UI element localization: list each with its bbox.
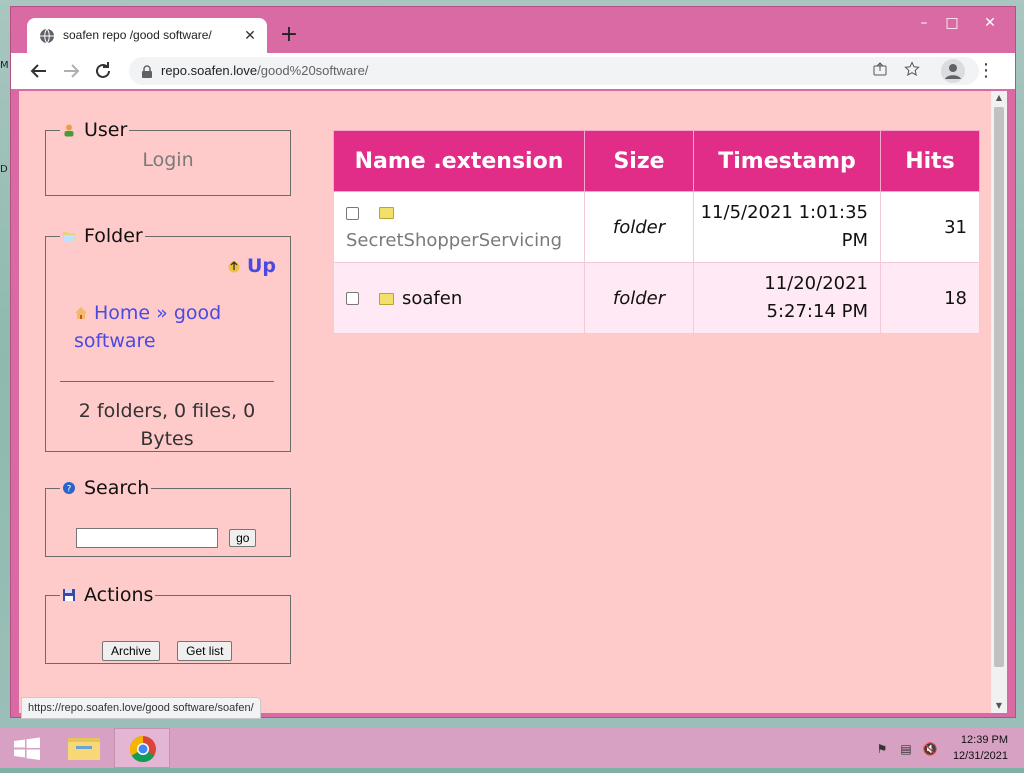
reload-icon[interactable] (91, 59, 115, 83)
floppy-disk-icon (62, 585, 76, 601)
url-path: /good%20software/ (257, 63, 369, 78)
up-label: Up (246, 255, 276, 277)
taskbar: ⚑ ▤ 🔇 12:39 PM 12/31/2021 (0, 728, 1024, 768)
globe-icon (39, 28, 55, 44)
folder-summary: 2 folders, 0 files, 0 Bytes (78, 400, 256, 450)
browser-window: soafen repo /good software/ ✕ + – □ ✕ re… (10, 6, 1016, 719)
search-input[interactable] (76, 527, 218, 548)
breadcrumb: Home » good software (74, 299, 234, 355)
size-cell: folder (584, 262, 694, 334)
folder-icon (379, 207, 394, 219)
clock-date: 12/31/2021 (952, 750, 1008, 762)
column-header-size[interactable]: Size (584, 130, 694, 192)
status-url-bubble: https://repo.soafen.love/good software/s… (21, 697, 261, 719)
page-viewport: User Login Folder Up Home » good softwar… (19, 91, 991, 713)
name-cell-top (346, 199, 584, 227)
timestamp-cell: 11/5/2021 1:01:35 PM (693, 191, 881, 263)
row-checkbox[interactable] (346, 292, 359, 305)
user-panel: User Login (45, 119, 291, 196)
get-list-button[interactable]: Get list (177, 641, 233, 661)
actions-panel: Actions Archive Get list (45, 584, 291, 664)
divider (60, 381, 274, 382)
folder-icon (379, 292, 394, 305)
breadcrumb-separator: » (156, 302, 168, 324)
url-text: repo.soafen.love/good%20software/ (161, 63, 368, 78)
column-header-timestamp[interactable]: Timestamp (693, 130, 881, 192)
network-icon[interactable]: ▤ (898, 741, 914, 757)
search-panel: ? Search go (45, 477, 291, 557)
tab-title: soafen repo /good software/ (63, 28, 212, 42)
actions-row: Archive Get list (102, 640, 233, 661)
bookmark-star-icon[interactable] (901, 61, 923, 83)
folder-name-link[interactable]: SecretShopperServicing (346, 227, 584, 255)
login-link[interactable]: Login (46, 149, 290, 171)
table-row[interactable]: soafen folder 11/20/2021 5:27:14 PM 18 (333, 262, 980, 334)
start-button[interactable] (0, 728, 56, 768)
up-link[interactable]: Up (227, 255, 276, 277)
profile-avatar-icon[interactable] (941, 59, 965, 83)
scroll-thumb[interactable] (994, 107, 1004, 667)
desktop-edge-text: M (0, 60, 9, 71)
name-cell: soafen (333, 262, 585, 334)
timestamp-cell: 11/20/2021 5:27:14 PM (693, 262, 881, 334)
folder-name-link[interactable]: soafen (402, 288, 462, 309)
lock-icon (141, 64, 153, 78)
row-checkbox[interactable] (346, 206, 359, 220)
folder-panel-title: Folder (84, 225, 143, 247)
hits-cell: 31 (880, 191, 980, 263)
folder-open-icon (62, 226, 76, 241)
search-row: go (76, 527, 257, 548)
search-panel-title: Search (84, 477, 150, 499)
back-arrow-icon[interactable] (27, 59, 51, 83)
chrome-taskbar-icon[interactable] (114, 728, 170, 768)
svg-text:?: ? (67, 485, 72, 495)
search-go-button[interactable]: go (229, 529, 257, 547)
hits-cell: 18 (880, 262, 980, 334)
address-bar[interactable]: repo.soafen.love/good%20software/ (129, 57, 979, 85)
tab-active[interactable]: soafen repo /good software/ ✕ (27, 18, 267, 54)
scroll-up-arrow-icon[interactable]: ▲ (991, 91, 1007, 105)
clock-time: 12:39 PM (960, 734, 1008, 746)
more-menu-icon[interactable]: ⋮ (977, 59, 995, 83)
user-icon (62, 120, 76, 137)
column-header-name[interactable]: Name .extension (333, 130, 585, 192)
file-table: Name .extension Size Timestamp Hits Secr… (333, 130, 980, 334)
up-arrow-icon (227, 256, 241, 273)
breadcrumb-home[interactable]: Home (94, 302, 150, 324)
folder-panel: Folder Up Home » good software 2 folders… (45, 225, 291, 452)
speaker-muted-icon[interactable]: 🔇 (922, 741, 938, 757)
actions-panel-title: Actions (84, 584, 154, 606)
clock[interactable]: 12:39 PM 12/31/2021 (953, 732, 1008, 764)
url-domain: repo.soafen.love (161, 63, 258, 78)
share-icon[interactable] (869, 61, 891, 83)
home-icon (74, 300, 88, 319)
close-window-button[interactable]: ✕ (975, 13, 1005, 33)
new-tab-button[interactable]: + (277, 24, 301, 48)
name-cell: SecretShopperServicing (333, 191, 585, 263)
maximize-button[interactable]: □ (937, 13, 967, 33)
desktop-edge-text: D (0, 164, 8, 175)
archive-button[interactable]: Archive (102, 641, 161, 661)
user-panel-title: User (84, 119, 128, 141)
action-center-flag-icon[interactable]: ⚑ (874, 741, 890, 757)
table-header-row: Name .extension Size Timestamp Hits (333, 130, 980, 192)
forward-arrow-icon[interactable] (59, 59, 83, 83)
table-row[interactable]: SecretShopperServicing folder 11/5/2021 … (333, 191, 980, 263)
file-explorer-icon[interactable] (56, 728, 112, 768)
size-cell: folder (584, 191, 694, 263)
tab-strip: soafen repo /good software/ ✕ + – □ ✕ (11, 7, 1015, 54)
scroll-down-arrow-icon[interactable]: ▼ (991, 699, 1007, 713)
vertical-scrollbar[interactable]: ▲ ▼ (991, 91, 1007, 713)
minimize-button[interactable]: – (909, 13, 939, 33)
close-tab-icon[interactable]: ✕ (241, 27, 259, 45)
help-icon: ? (62, 478, 76, 495)
browser-toolbar: repo.soafen.love/good%20software/ ⋮ (11, 53, 1015, 89)
column-header-hits[interactable]: Hits (880, 130, 980, 192)
